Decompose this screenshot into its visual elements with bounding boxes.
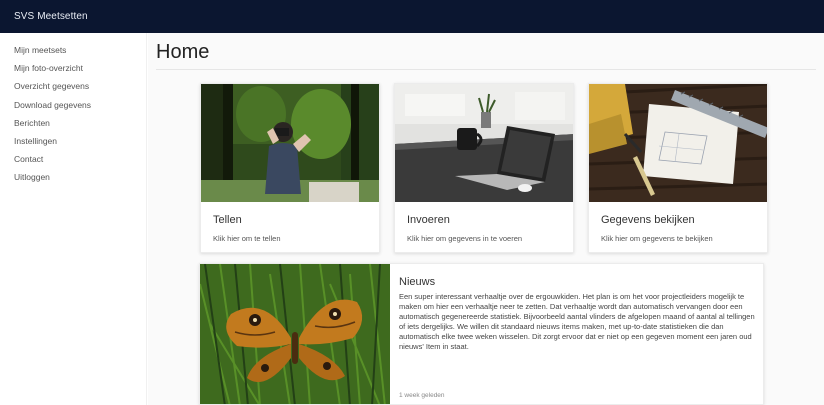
sidebar-item-contact[interactable]: Contact: [0, 150, 146, 168]
sidebar-item-mijn-foto-overzicht[interactable]: Mijn foto-overzicht: [0, 59, 146, 77]
news-title: Nieuws: [399, 276, 436, 288]
sidebar-item-mijn-meetsets[interactable]: Mijn meetsets: [0, 41, 146, 59]
sidebar: Mijn meetsets Mijn foto-overzicht Overzi…: [0, 33, 147, 405]
card-title: Invoeren: [407, 214, 450, 226]
page-title: Home: [156, 41, 210, 63]
card-title: Tellen: [213, 214, 242, 226]
card-image-laptop: [395, 84, 573, 202]
news-timestamp-link[interactable]: 1 week geleden: [399, 392, 445, 399]
news-text: Een super interessant verhaaltje over de…: [399, 292, 755, 351]
news-image-butterfly: [200, 264, 390, 404]
card-gegevens-bekijken[interactable]: Gegevens bekijken Klik hier om gegevens …: [588, 83, 768, 253]
sidebar-item-berichten[interactable]: Berichten: [0, 114, 146, 132]
sidebar-item-instellingen[interactable]: Instellingen: [0, 132, 146, 150]
card-invoeren[interactable]: Invoeren Klik hier om gegevens in te voe…: [394, 83, 574, 253]
card-title: Gegevens bekijken: [601, 214, 695, 226]
card-image-binoculars: [201, 84, 379, 202]
news-card: Nieuws Een super interessant verhaaltje …: [199, 263, 764, 405]
title-divider: [156, 69, 816, 70]
sidebar-item-uitloggen[interactable]: Uitloggen: [0, 168, 146, 186]
card-text: Klik hier om gegevens te bekijken: [601, 234, 713, 243]
sidebar-item-overzicht-gegevens[interactable]: Overzicht gegevens: [0, 77, 146, 95]
app-title[interactable]: SVS Meetsetten: [14, 11, 88, 22]
main-content: Home Tellen Klik hier om te tellen Invoe…: [148, 33, 824, 405]
card-tellen[interactable]: Tellen Klik hier om te tellen: [200, 83, 380, 253]
card-image-drawing: [589, 84, 767, 202]
card-text: Klik hier om te tellen: [213, 234, 281, 243]
card-text: Klik hier om gegevens in te voeren: [407, 234, 523, 243]
top-bar: SVS Meetsetten: [0, 0, 824, 33]
sidebar-item-download-gegevens[interactable]: Download gegevens: [0, 96, 146, 114]
